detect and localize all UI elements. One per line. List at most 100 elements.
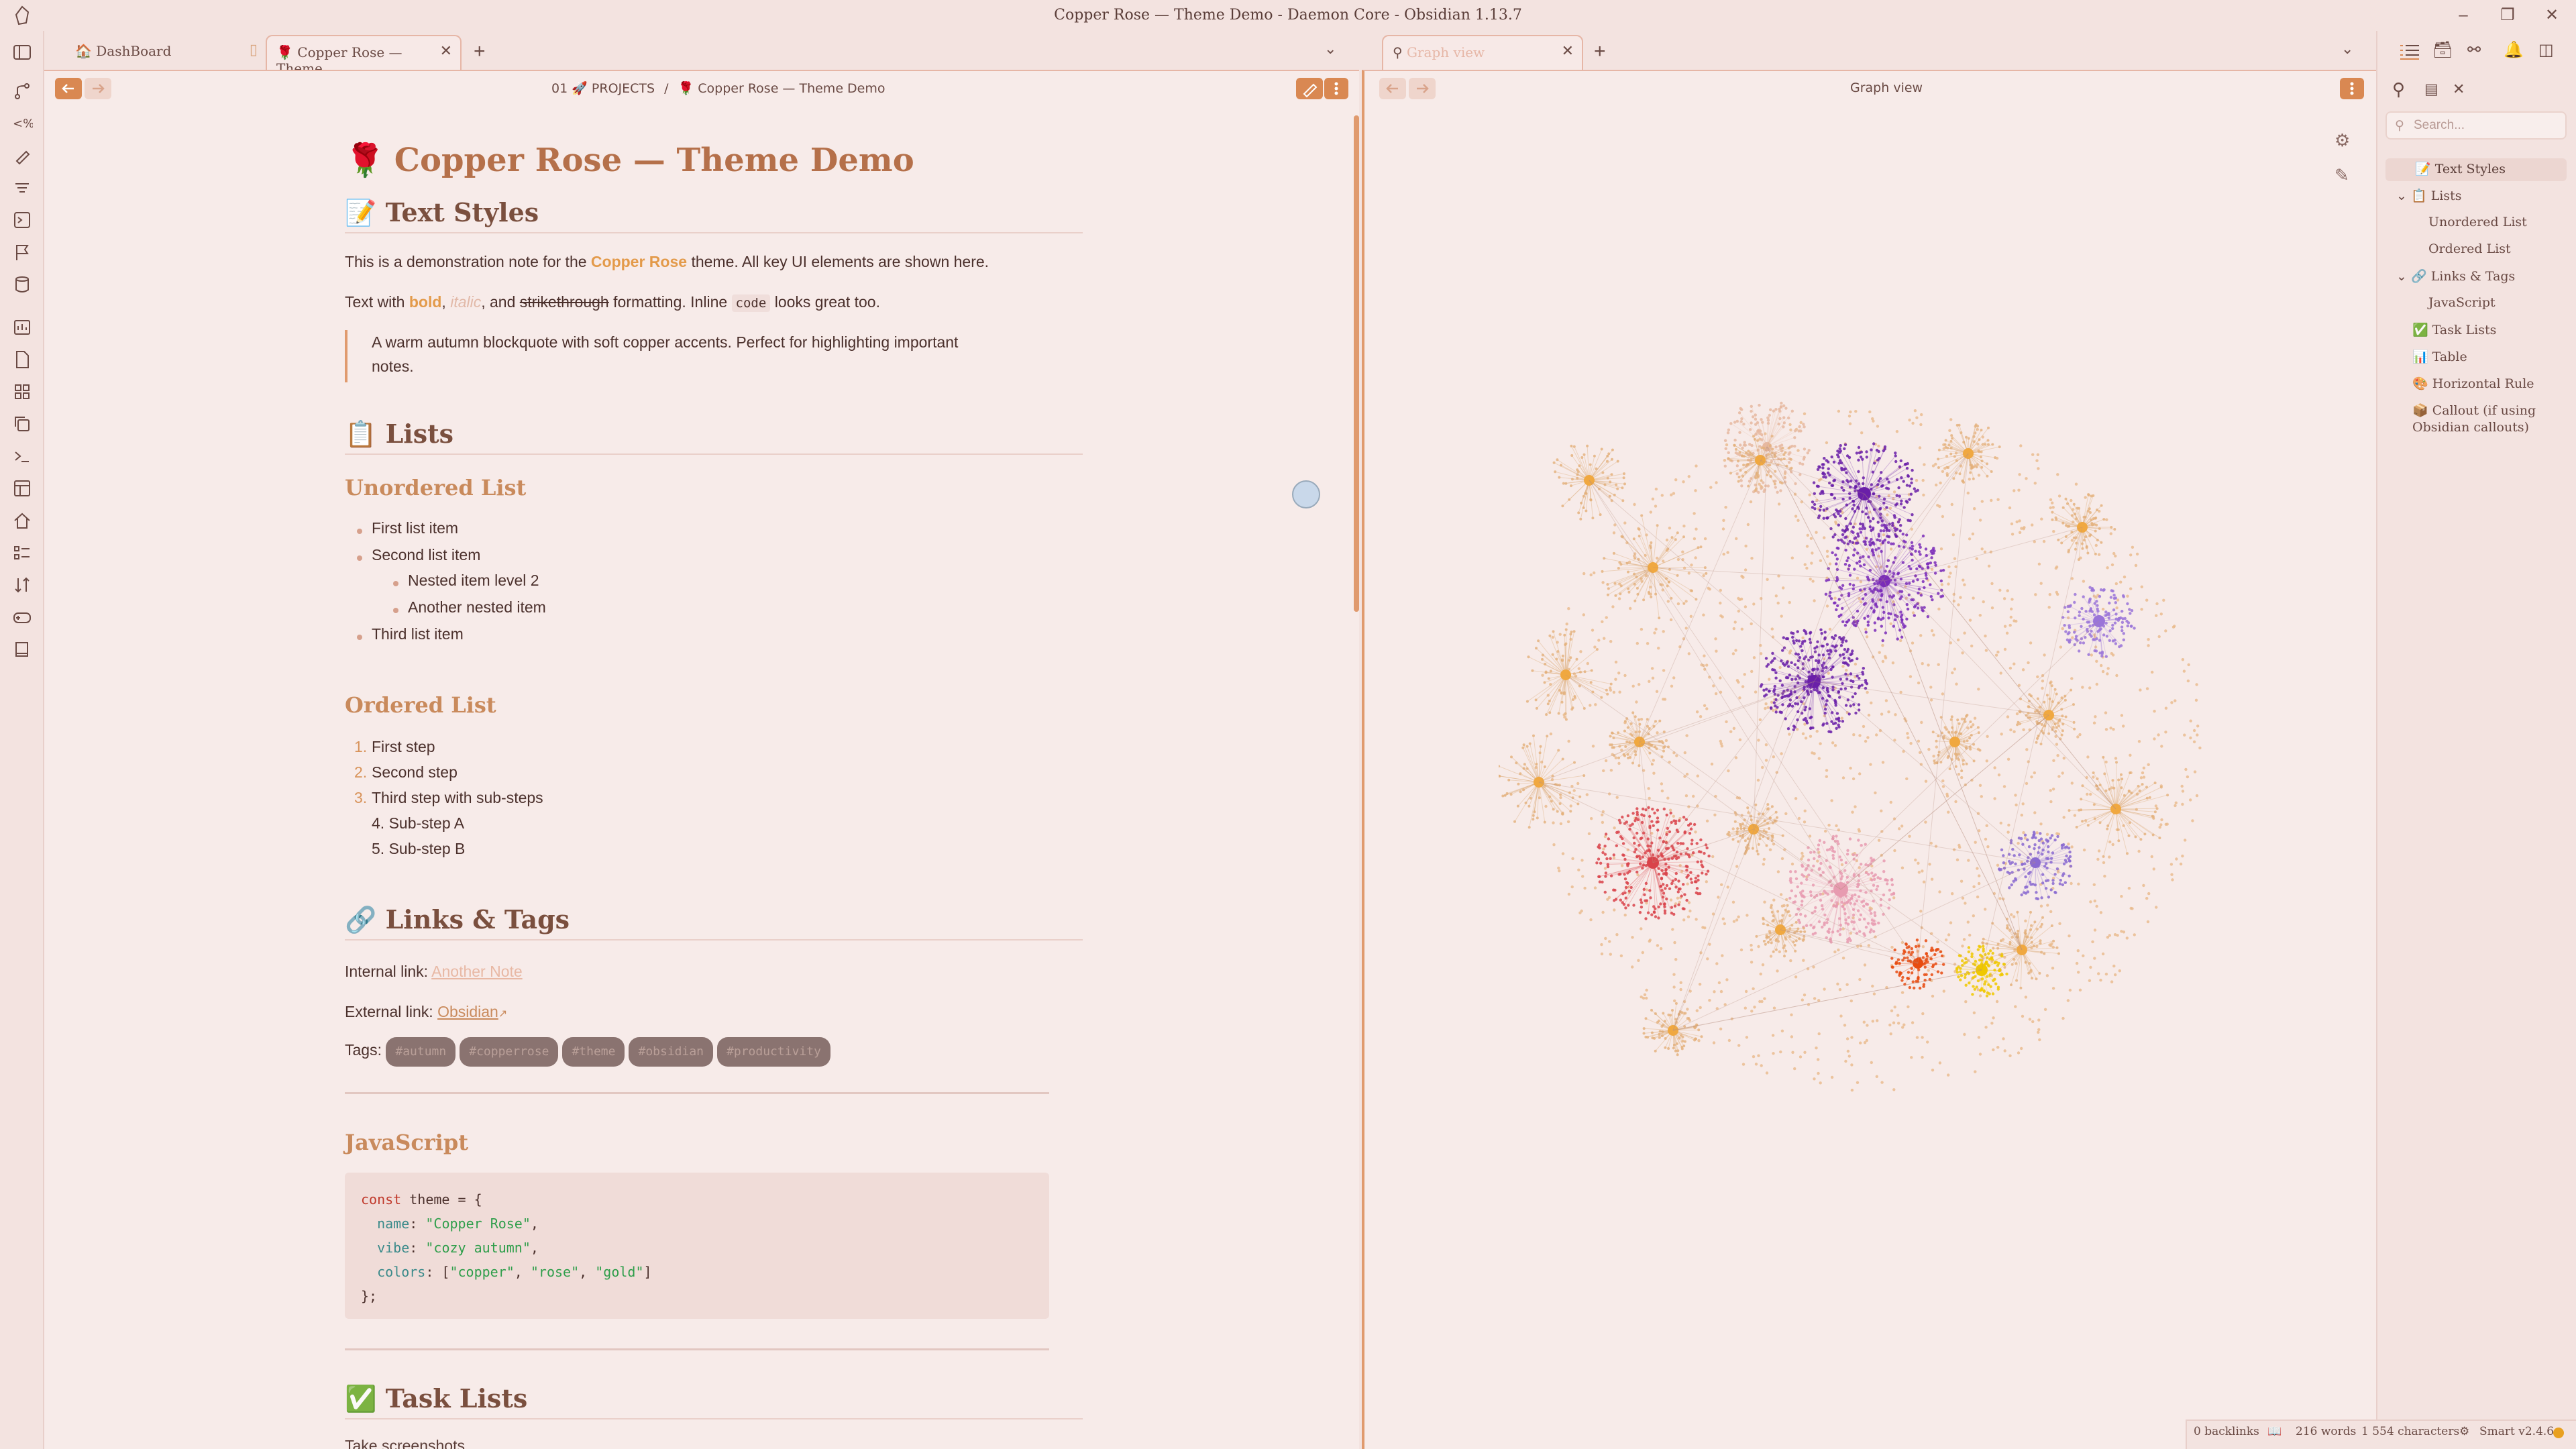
close-tab-icon[interactable]: ✕ xyxy=(1562,43,1574,60)
outline-item-callout-cont[interactable]: Obsidian callouts) xyxy=(2412,420,2529,435)
filter-icon[interactable] xyxy=(11,177,33,199)
layout-icon[interactable] xyxy=(11,478,33,499)
horizontal-rule xyxy=(345,1348,1049,1350)
copy-icon[interactable] xyxy=(11,413,33,435)
heading-unordered-list: Unordered List xyxy=(345,475,527,500)
list-item: Second list item xyxy=(372,546,481,564)
magic-wand-icon[interactable]: ✎ xyxy=(2334,165,2349,186)
code-line: const theme = { xyxy=(361,1191,482,1208)
tab-list-chevron-icon[interactable]: ⌄ xyxy=(1324,40,1336,58)
right-sidebar-toggle-icon[interactable]: ◫ xyxy=(2538,40,2554,60)
status-plugin[interactable]: Smart v2.4.6 xyxy=(2479,1425,2554,1438)
tab-graph-view[interactable]: ⚲ Graph view ✕ xyxy=(1382,35,1583,70)
heading-lists: 📋 Lists xyxy=(345,419,1083,455)
pen-icon[interactable] xyxy=(11,145,33,166)
terminal-square-icon[interactable] xyxy=(11,209,33,231)
forward-button[interactable] xyxy=(1409,78,1436,99)
close-tab-icon[interactable]: ✕ xyxy=(440,43,452,60)
chevron-down-icon[interactable]: ⌄ xyxy=(2396,269,2407,284)
internal-link[interactable]: Another Note xyxy=(431,963,523,980)
outline-item-text-styles[interactable]: 📝 Text Styles xyxy=(2415,161,2506,176)
list-checks-icon[interactable] xyxy=(11,542,33,564)
heading-links-tags: 🔗 Links & Tags xyxy=(345,904,1083,941)
search-icon[interactable]: ⚲ xyxy=(2392,79,2405,100)
tag[interactable]: #copperrose xyxy=(460,1037,559,1067)
dashboard-icon[interactable] xyxy=(11,317,33,338)
code-line: vibe: "cozy autumn", xyxy=(377,1240,539,1256)
tag[interactable]: #obsidian xyxy=(629,1037,714,1067)
outline-item-task-lists[interactable]: ✅ Task Lists xyxy=(2412,322,2496,337)
git-icon[interactable] xyxy=(11,80,33,102)
search-icon: ⚲ xyxy=(2395,119,2404,133)
bell-icon[interactable]: 🔔 xyxy=(2504,40,2524,60)
horizontal-rule xyxy=(345,1092,1049,1094)
outline-item-javascript[interactable]: JavaScript xyxy=(2428,295,2496,310)
tab-label: Graph view xyxy=(1407,44,1485,60)
tab-copper-rose[interactable]: 🌹 Copper Rose — Theme... ✕ xyxy=(266,35,462,76)
forward-button[interactable] xyxy=(85,78,111,99)
new-tab-icon[interactable]: + xyxy=(474,40,486,63)
editor-scrollbar[interactable] xyxy=(1354,115,1359,612)
restore-icon[interactable]: ❐ xyxy=(2494,5,2521,25)
terminal-icon[interactable] xyxy=(11,445,33,467)
book-icon[interactable] xyxy=(11,639,33,660)
outline-item-links-tags[interactable]: ⌄ 🔗 Links & Tags xyxy=(2396,268,2515,284)
pin-icon[interactable]: ▯ xyxy=(250,42,258,58)
graph-settings-gear-icon[interactable]: ⚙ xyxy=(2334,130,2350,151)
outline-item-table[interactable]: 📊 Table xyxy=(2412,349,2467,364)
svg-text:<%: <% xyxy=(13,117,33,131)
back-button[interactable] xyxy=(1379,78,1406,99)
package-icon: 📦 xyxy=(2412,403,2428,418)
list-number: 2. xyxy=(354,763,368,781)
outline-search-input[interactable]: ⚲ Search... xyxy=(2385,111,2567,140)
collapse-all-icon[interactable]: ▤ xyxy=(2424,80,2438,98)
breadcrumb-folder[interactable]: 01 🚀 PROJECTS xyxy=(551,81,655,96)
home-icon[interactable] xyxy=(11,510,33,531)
grid-icon[interactable] xyxy=(11,381,33,402)
back-button[interactable] xyxy=(55,78,82,99)
file-icon[interactable] xyxy=(11,349,33,370)
tag[interactable]: #theme xyxy=(562,1037,625,1067)
link-icon: 🔗 xyxy=(2410,269,2427,284)
plugin-icon[interactable]: ⚯ xyxy=(2467,40,2481,60)
bullet xyxy=(393,608,398,613)
outline-item-lists[interactable]: ⌄ 📋 Lists xyxy=(2396,188,2462,203)
tab-list-chevron-icon[interactable]: ⌄ xyxy=(2341,40,2353,58)
outline-icon[interactable] xyxy=(2398,40,2422,60)
breadcrumb-separator: / xyxy=(664,81,669,96)
heading-text-styles: 📝 Text Styles xyxy=(345,197,1083,233)
graph-canvas[interactable] xyxy=(1499,366,2237,1131)
sort-icon[interactable] xyxy=(11,574,33,596)
sidebar-toggle-icon[interactable] xyxy=(11,42,33,63)
status-characters: 1 554 characters xyxy=(2361,1425,2460,1438)
minimize-icon[interactable]: – xyxy=(2450,5,2477,25)
database-icon[interactable] xyxy=(11,274,33,295)
edit-mode-button[interactable] xyxy=(1296,78,1323,99)
external-link[interactable]: Obsidian xyxy=(437,1003,498,1020)
gamepad-icon[interactable] xyxy=(11,606,33,628)
tag[interactable]: #autumn xyxy=(386,1037,456,1067)
rose-icon: 🌹 xyxy=(345,142,385,179)
task-item[interactable]: Take screenshots xyxy=(345,1437,465,1449)
outline-item-ordered-list[interactable]: Ordered List xyxy=(2428,241,2511,256)
reading-mode-icon[interactable]: 📖 xyxy=(2267,1425,2282,1438)
status-backlinks[interactable]: 0 backlinks xyxy=(2194,1425,2259,1438)
list-item: 5. Sub-step B xyxy=(372,840,466,857)
more-options-button[interactable] xyxy=(2340,78,2364,99)
sync-globe-icon[interactable] xyxy=(1292,480,1320,508)
archive-icon[interactable]: 🗃 xyxy=(2432,40,2453,60)
close-window-icon[interactable]: ✕ xyxy=(2538,5,2565,25)
code-percent-icon[interactable]: <% xyxy=(11,113,33,134)
new-tab-icon[interactable]: + xyxy=(1594,40,1606,63)
more-options-button[interactable] xyxy=(1324,78,1348,99)
chevron-down-icon[interactable]: ⌄ xyxy=(2396,189,2407,203)
outline-item-unordered-list[interactable]: Unordered List xyxy=(2428,215,2527,229)
tab-dashboard[interactable]: 🏠 DashBoard ▯ xyxy=(66,35,266,70)
outline-item-horizontal-rule[interactable]: 🎨 Horizontal Rule xyxy=(2412,376,2534,391)
memo-icon: 📝 xyxy=(345,197,377,227)
breadcrumb-note[interactable]: 🌹 Copper Rose — Theme Demo xyxy=(678,81,885,96)
close-panel-icon[interactable]: ✕ xyxy=(2453,80,2465,98)
outline-item-callout[interactable]: 📦 Callout (if using xyxy=(2412,402,2536,418)
tag[interactable]: #productivity xyxy=(717,1037,830,1067)
flag-icon[interactable] xyxy=(11,241,33,263)
